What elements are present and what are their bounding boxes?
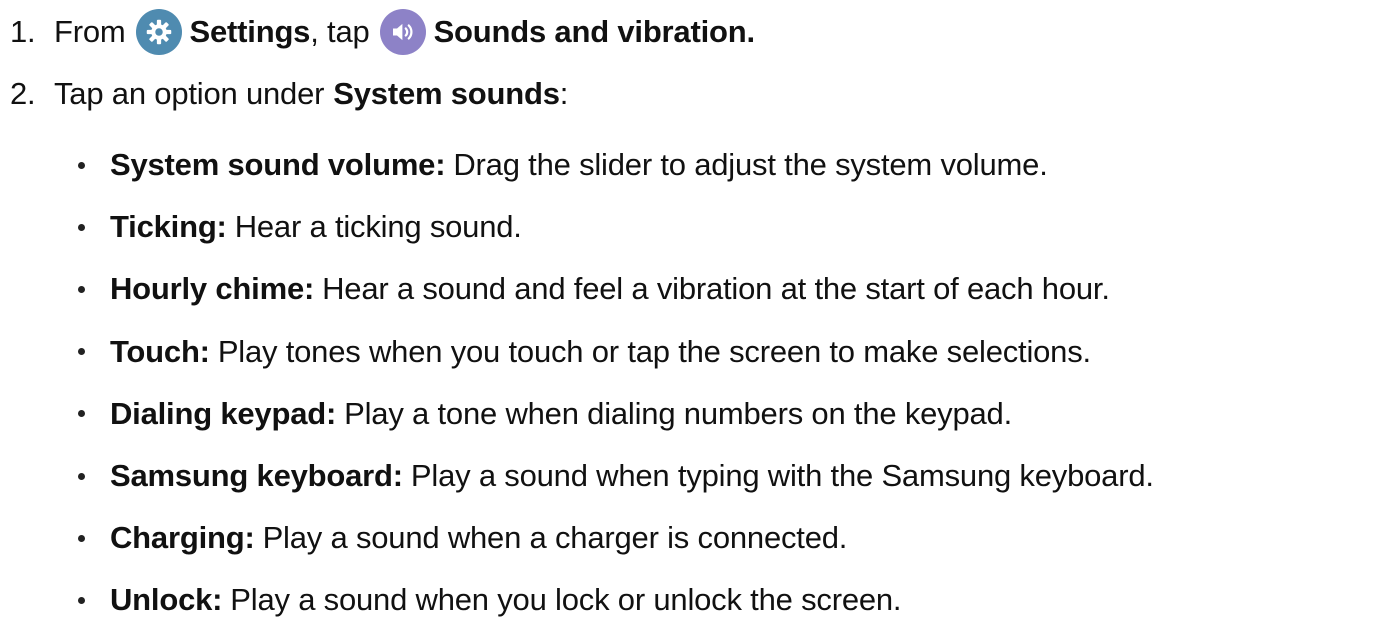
option-description: Play tones when you touch or tap the scr… xyxy=(217,333,1091,369)
step-number: 1. xyxy=(10,14,36,49)
instructions-document: 1. From Settings , tap Sounds and vibrat… xyxy=(0,0,1387,617)
step-2: 2. Tap an option under System sounds : xyxy=(0,74,568,114)
option-description: Drag the slider to adjust the system vol… xyxy=(453,147,1048,183)
sounds-and-vibration-term: Sounds and vibration. xyxy=(433,14,756,49)
option-description: Play a sound when you lock or unlock the… xyxy=(230,582,902,618)
list-item: Samsung keyboard: Play a sound when typi… xyxy=(78,445,1154,507)
bullet-dot xyxy=(78,534,85,542)
step-text: : xyxy=(559,76,569,111)
list-item: Unlock: Play a sound when you lock or un… xyxy=(78,569,1154,631)
option-term: Hourly chime: xyxy=(110,271,315,307)
system-sounds-options-list: System sound volume: Drag the slider to … xyxy=(78,134,1154,632)
step-text: Tap an option under xyxy=(54,76,325,111)
bullet-dot xyxy=(78,285,85,293)
option-term: Ticking: xyxy=(110,209,227,245)
option-description: Play a tone when dialing numbers on the … xyxy=(344,395,1013,431)
option-term: Dialing keypad: xyxy=(110,395,337,431)
option-term: Charging: xyxy=(110,520,255,556)
step-text: , tap xyxy=(310,14,370,49)
option-term: Samsung keyboard: xyxy=(110,458,403,494)
list-item: Touch: Play tones when you touch or tap … xyxy=(78,321,1154,383)
step-1: 1. From Settings , tap Sounds and vibrat… xyxy=(0,9,755,55)
settings-gear-icon xyxy=(135,9,182,55)
list-item: Charging: Play a sound when a charger is… xyxy=(78,507,1154,569)
list-item: System sound volume: Drag the slider to … xyxy=(78,134,1154,196)
option-term: Unlock: xyxy=(110,582,223,618)
step-text: From xyxy=(54,14,126,49)
sound-speaker-icon xyxy=(379,9,426,55)
option-term: System sound volume: xyxy=(110,147,446,183)
system-sounds-term: System sounds xyxy=(333,76,560,111)
list-item: Dialing keypad: Play a tone when dialing… xyxy=(78,383,1154,445)
bullet-dot xyxy=(78,223,85,231)
bullet-dot xyxy=(78,472,85,480)
option-term: Touch: xyxy=(110,333,210,369)
settings-term: Settings xyxy=(189,14,311,49)
option-description: Play a sound when a charger is connected… xyxy=(262,520,848,556)
option-description: Play a sound when typing with the Samsun… xyxy=(410,458,1154,494)
step-number: 2. xyxy=(10,76,36,111)
list-item: Ticking: Hear a ticking sound. xyxy=(78,196,1154,258)
list-item: Hourly chime: Hear a sound and feel a vi… xyxy=(78,258,1154,320)
bullet-dot xyxy=(78,596,85,604)
option-description: Hear a sound and feel a vibration at the… xyxy=(322,271,1110,307)
bullet-dot xyxy=(78,161,85,169)
bullet-dot xyxy=(78,410,85,418)
option-description: Hear a ticking sound. xyxy=(234,209,522,245)
bullet-dot xyxy=(78,348,85,356)
